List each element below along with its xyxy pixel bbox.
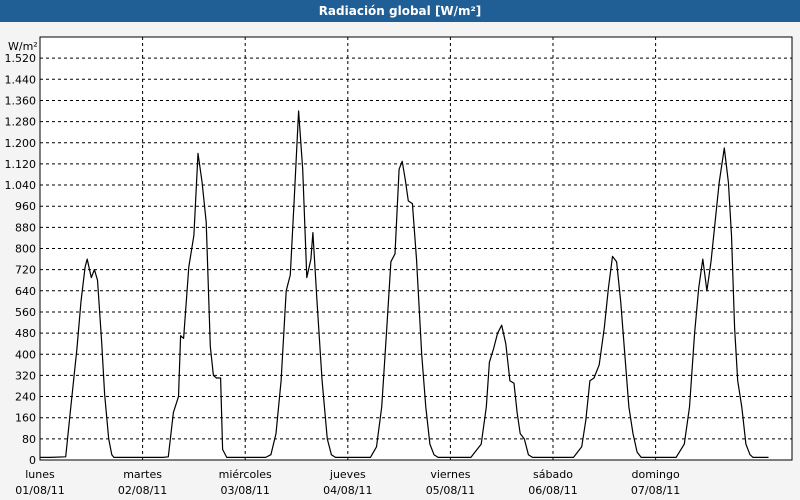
y-tick-label: 960 bbox=[15, 200, 36, 213]
y-tick-label: 320 bbox=[15, 369, 36, 382]
y-tick-label: 0 bbox=[29, 454, 36, 467]
x-tick-date: 04/08/11 bbox=[323, 484, 372, 497]
y-tick-label: 1.360 bbox=[5, 94, 37, 107]
y-tick-label: 1.440 bbox=[5, 73, 37, 86]
x-tick-day: domingo bbox=[632, 468, 680, 481]
x-tick-day: sábado bbox=[533, 468, 573, 481]
x-tick-date: 06/08/11 bbox=[528, 484, 577, 497]
y-tick-label: 1.520 bbox=[5, 52, 37, 65]
y-tick-label: 400 bbox=[15, 348, 36, 361]
y-tick-label: 640 bbox=[15, 285, 36, 298]
x-tick-day: miércoles bbox=[219, 468, 272, 481]
x-tick-labels: lunes 01/08/11 martes 02/08/11 miércoles 03/0… bbox=[15, 468, 680, 497]
x-tick-date: 05/08/11 bbox=[426, 484, 475, 497]
y-tick-label: 1.280 bbox=[5, 116, 37, 129]
line-chart: W/m² 0 80 160 240 320 400 480 560 640 720 800 880 96… bbox=[5, 36, 793, 497]
x-tick-day: viernes bbox=[430, 468, 470, 481]
x-tick-date: 07/08/11 bbox=[631, 484, 680, 497]
y-tick-label: 880 bbox=[15, 221, 36, 234]
y-axis-unit-label: W/m² bbox=[8, 40, 38, 53]
y-tick-label: 1.040 bbox=[5, 179, 37, 192]
y-tick-label: 160 bbox=[15, 412, 36, 425]
x-tick-day: martes bbox=[123, 468, 162, 481]
x-tick-date: 03/08/11 bbox=[220, 484, 269, 497]
x-tick-day: lunes bbox=[25, 468, 55, 481]
y-tick-label: 560 bbox=[15, 306, 36, 319]
y-tick-labels: 0 80 160 240 320 400 480 560 640 720 800 880 960 1.04… bbox=[5, 52, 37, 467]
y-tick-label: 720 bbox=[15, 264, 36, 277]
x-tick-date: 01/08/11 bbox=[15, 484, 64, 497]
x-tick-date: 02/08/11 bbox=[118, 484, 167, 497]
y-tick-label: 1.200 bbox=[5, 137, 37, 150]
y-tick-label: 1.120 bbox=[5, 158, 37, 171]
y-tick-label: 80 bbox=[22, 433, 36, 446]
y-tick-label: 800 bbox=[15, 243, 36, 256]
x-tick-day: jueves bbox=[329, 468, 366, 481]
y-tick-label: 240 bbox=[15, 391, 36, 404]
y-tick-label: 480 bbox=[15, 327, 36, 340]
